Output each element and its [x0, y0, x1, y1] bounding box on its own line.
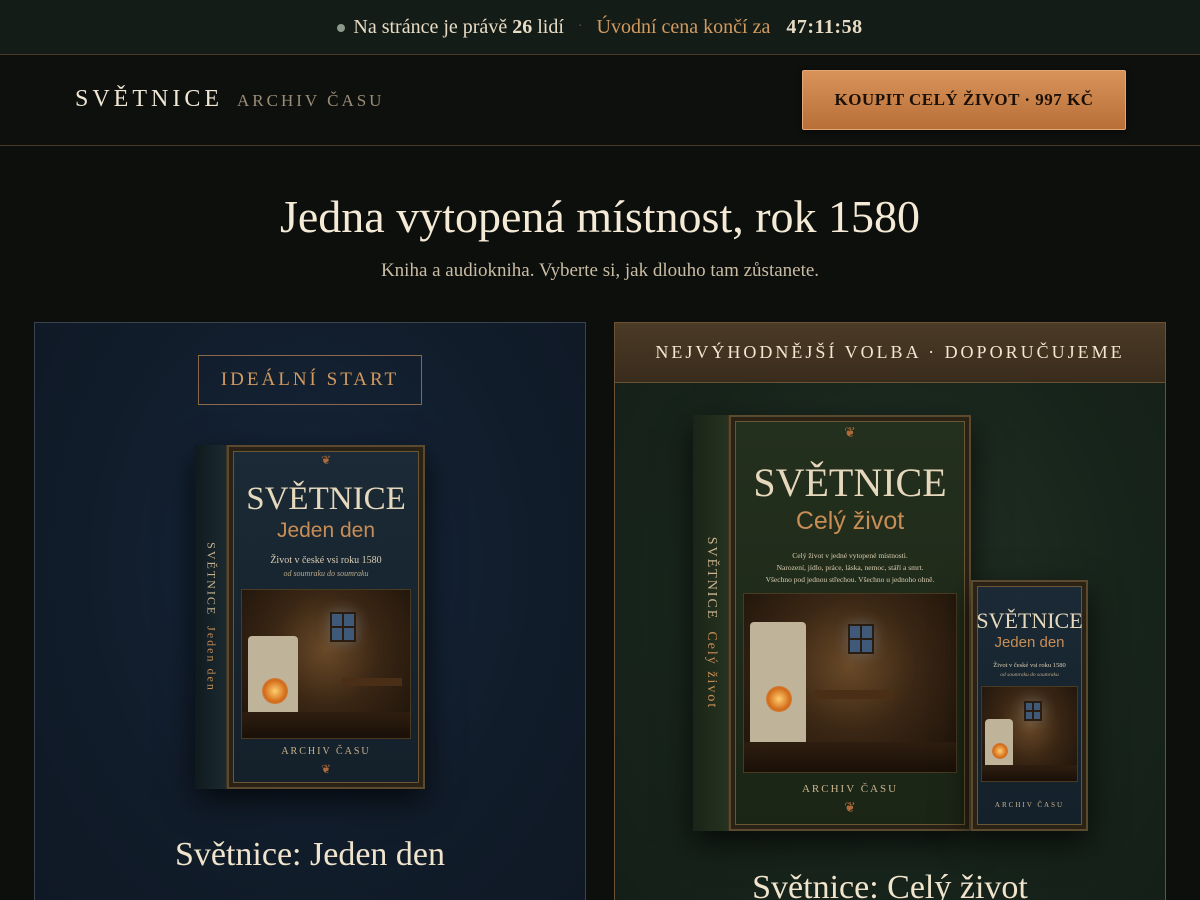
book-spine: SVĚTNICE Celý život — [693, 415, 729, 831]
cover-line-2: Narození, jídlo, práce, láska, nemoc, st… — [776, 563, 924, 572]
recommended-ribbon: NEJVÝHODNĚJŠÍ VOLBA · DOPORUČUJEME — [615, 323, 1165, 383]
floor-illustration — [242, 712, 410, 738]
live-indicator-icon — [337, 24, 346, 32]
announcement-bar: Na stránce je právě 26 lidí · Úvodní cen… — [0, 0, 1200, 55]
cover-subtitle: Jeden den — [276, 519, 376, 542]
cover-tagline: Život v české vsi roku 1580 — [270, 555, 382, 566]
fire-illustration — [262, 678, 288, 704]
cover-line-1: Celý život v jedné vytopené místnosti. — [792, 551, 908, 560]
window-illustration — [848, 624, 874, 654]
ornament-icon: ❦ — [320, 762, 332, 776]
countdown-timer: 47:11:58 — [786, 15, 863, 38]
cover-title: SVĚTNICE — [976, 608, 1083, 633]
offer-text: Úvodní cena končí za — [596, 15, 771, 38]
window-illustration — [330, 612, 356, 642]
cover-line-3: Všechno pod jednou střechou. Všechno u j… — [765, 575, 935, 584]
book-front: ❦ SVĚTNICE Celý život Celý život v jedné… — [729, 415, 971, 831]
ornament-icon: ❦ — [320, 453, 332, 467]
stove-illustration — [750, 622, 806, 742]
page-subtitle: Kniha a audiokniha. Vyberte si, jak dlou… — [380, 260, 820, 281]
ornament-icon: ❦ — [844, 801, 856, 816]
cover-illustration — [981, 686, 1078, 782]
cover-title: SVĚTNICE — [246, 481, 406, 517]
page-title: Jedna vytopená místnost, rok 1580 — [279, 191, 921, 242]
cover-publisher: ARCHIV ČASU — [994, 801, 1065, 809]
bundled-book-cover: SVĚTNICE Jeden den Život v české vsi rok… — [971, 580, 1088, 831]
cover-subtitle: Celý život — [795, 507, 905, 535]
cover-tagline-secondary: od soumraku do soumraku — [1000, 672, 1059, 678]
table-illustration — [342, 678, 402, 686]
book-cover-one-day: SVĚTNICE Jeden den ❦ SVĚTNICE Jeden den … — [195, 445, 425, 789]
ideal-start-badge: IDEÁLNÍ START — [198, 355, 422, 405]
fire-illustration — [992, 743, 1008, 759]
book-front: SVĚTNICE Jeden den Život v české vsi rok… — [971, 580, 1088, 831]
table-illustration — [814, 690, 894, 699]
fire-illustration — [766, 686, 792, 712]
product-card-one-day[interactable]: IDEÁLNÍ START SVĚTNICE Jeden den ❦ SVĚTN… — [34, 322, 586, 900]
cover-tagline: Život v české vsi roku 1580 — [993, 662, 1066, 669]
brand-name: SVĚTNICE — [75, 86, 223, 112]
spine-title: SVĚTNICE Jeden den — [204, 542, 218, 692]
book-front: ❦ SVĚTNICE Jeden den Život v české vsi r… — [227, 445, 425, 789]
cover-illustration — [743, 593, 957, 773]
spine-title: SVĚTNICE Celý život — [703, 536, 719, 710]
cover-subtitle: Jeden den — [994, 634, 1065, 651]
ornament-icon: ❦ — [844, 426, 856, 441]
cover-illustration — [241, 589, 411, 739]
product-card-whole-life[interactable]: NEJVÝHODNĚJŠÍ VOLBA · DOPORUČUJEME SVĚTN… — [614, 322, 1166, 900]
floor-illustration — [744, 742, 956, 772]
book-spine: SVĚTNICE Jeden den — [195, 445, 227, 789]
cover-publisher: ARCHIV ČASU — [801, 783, 899, 795]
floor-illustration — [982, 765, 1077, 781]
viewers-prefix: Na stránce je právě — [353, 15, 508, 38]
buy-button[interactable]: KOUPIT CELÝ ŽIVOT · 997 KČ — [802, 70, 1126, 130]
book-cover-whole-life: SVĚTNICE Celý život ❦ SVĚTNICE Celý živo… — [693, 415, 971, 831]
separator: · — [577, 19, 583, 34]
site-header: SVĚTNICE ARCHIV ČASU KOUPIT CELÝ ŽIVOT ·… — [0, 56, 1200, 146]
window-illustration — [1024, 701, 1042, 721]
cover-tagline-secondary: od soumraku do soumraku — [283, 569, 369, 578]
brand-subtitle: ARCHIV ČASU — [237, 91, 385, 110]
brand-logo[interactable]: SVĚTNICE ARCHIV ČASU — [75, 86, 384, 113]
cover-title: SVĚTNICE — [753, 460, 947, 505]
viewers-suffix: lidí — [537, 15, 564, 38]
product-title: Světnice: Celý život — [752, 869, 1028, 900]
viewers-count: 26 — [512, 15, 533, 38]
cover-publisher: ARCHIV ČASU — [281, 746, 371, 757]
product-title: Světnice: Jeden den — [174, 836, 446, 873]
